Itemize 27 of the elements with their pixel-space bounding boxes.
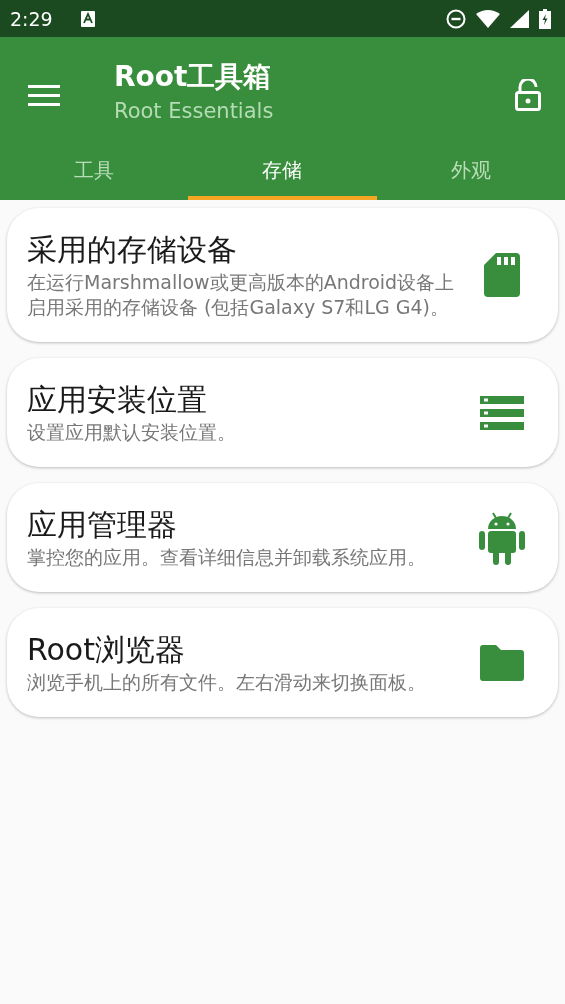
- card-title: 应用管理器: [27, 506, 178, 544]
- sd-card-icon: [484, 253, 520, 297]
- storage-icon: [480, 395, 524, 430]
- app-title: Root工具箱: [114, 58, 273, 95]
- android-icon: [479, 510, 525, 565]
- feature-card[interactable]: 采用的存储设备 在运行Marshmallow或更高版本的Android设备上启用采用的存储设备 (包括Galaxy S7和LG G4)。: [7, 208, 558, 342]
- card-title: 采用的存储设备: [27, 231, 238, 269]
- feature-card[interactable]: 应用安装位置 设置应用默认安装位置。: [7, 358, 558, 467]
- card-title: 应用安装位置: [27, 381, 208, 419]
- feature-card[interactable]: 应用管理器 掌控您的应用。查看详细信息并卸载系统应用。: [7, 483, 558, 592]
- tab[interactable]: 存储: [188, 152, 377, 200]
- folder-icon: [480, 644, 524, 681]
- card-description: 浏览手机上的所有文件。左右滑动来切换面板。: [27, 670, 427, 695]
- wifi-icon: [476, 9, 500, 28]
- card-description: 设置应用默认安装位置。: [27, 420, 237, 445]
- unlock-button[interactable]: [515, 78, 541, 111]
- card-title: Root浏览器: [27, 631, 186, 669]
- card-description: 掌控您的应用。查看详细信息并卸载系统应用。: [27, 545, 427, 570]
- app-subtitle: Root Essentials: [114, 97, 275, 125]
- keyboard-notification-icon: [80, 10, 95, 27]
- status-time: 2:29: [10, 7, 53, 30]
- signal-icon: [510, 9, 529, 28]
- do-not-disturb-icon: [446, 8, 466, 29]
- menu-button[interactable]: [28, 83, 60, 106]
- battery-icon: [539, 8, 551, 29]
- card-description: 在运行Marshmallow或更高版本的Android设备上启用采用的存储设备 (包括Galaxy S7和LG G4)。: [27, 270, 456, 320]
- feature-card[interactable]: Root浏览器 浏览手机上的所有文件。左右滑动来切换面板。: [7, 608, 558, 717]
